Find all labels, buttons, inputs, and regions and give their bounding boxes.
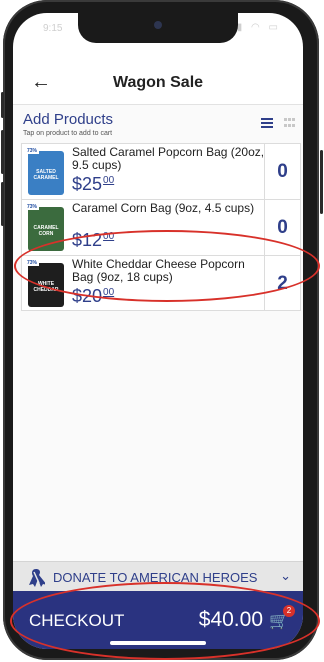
app-screen: 9:15 ▮▮ ◠ ▭ ← Wagon Sale Add Products Ta… — [13, 13, 303, 649]
product-price: $2500 — [72, 174, 115, 194]
highlight-annotation — [14, 230, 320, 302]
chevron-down-icon[interactable]: ⌄ — [280, 568, 291, 584]
page-title: Wagon Sale — [112, 74, 204, 91]
bag-label: CARAMEL CORN — [33, 225, 59, 237]
section-title: Add Products — [23, 111, 114, 128]
section-subtitle: Tap on product to add to cart — [23, 130, 113, 137]
bag-label: SALTED CARAMEL — [33, 169, 59, 181]
camera-icon — [154, 21, 162, 29]
product-badge: 73% — [25, 204, 40, 210]
list-view-icon[interactable] — [261, 118, 273, 128]
notch — [78, 13, 238, 43]
product-row[interactable]: 73% SALTED CARAMEL Salted Caramel Popcor… — [21, 143, 301, 199]
highlight-annotation — [10, 582, 320, 660]
side-button — [1, 92, 4, 118]
add-products-section: Add Products Tap on product to add to ca… — [13, 105, 303, 565]
product-quantity[interactable]: 0 — [264, 144, 300, 199]
product-name: Salted Caramel Popcorn Bag (20oz, 9.5 cu… — [72, 145, 265, 172]
ribbon-icon — [29, 569, 45, 587]
app-header: ← Wagon Sale — [13, 61, 303, 105]
product-image: 73% SALTED CARAMEL — [25, 147, 67, 197]
product-name: Caramel Corn Bag (9oz, 4.5 cups) — [72, 201, 255, 215]
status-time: 9:15 — [43, 23, 63, 34]
product-badge: 73% — [25, 148, 40, 154]
side-button — [320, 150, 323, 214]
side-button — [1, 130, 4, 174]
price-cents: 00 — [103, 175, 115, 186]
side-button — [1, 182, 4, 226]
grid-view-icon[interactable] — [284, 118, 295, 128]
